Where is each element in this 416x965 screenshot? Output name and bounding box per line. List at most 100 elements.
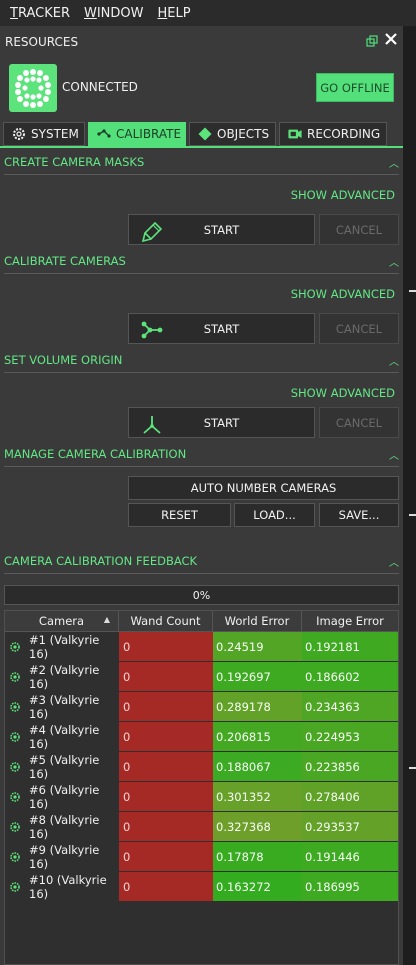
load-button[interactable]: LOAD... [234, 503, 315, 527]
scroll-marker [409, 514, 416, 516]
section-manage-camera-calibration[interactable]: MANAGE CAMERA CALIBRATION ︿ [4, 447, 399, 463]
tab-system[interactable]: SYSTEM [3, 122, 85, 146]
header-label: Camera [38, 614, 85, 628]
tab-label: OBJECTS [217, 127, 270, 141]
section-calibrate-cameras[interactable]: CALIBRATE CAMERAS ︿ [4, 254, 399, 270]
start-calibration-button[interactable]: START [128, 313, 315, 344]
section-create-camera-masks[interactable]: CREATE CAMERA MASKS ︿ [4, 155, 399, 171]
cancel-origin-button[interactable]: CANCEL [319, 407, 399, 438]
image-error-cell: 0.186995 [302, 872, 398, 901]
panel-header: RESOURCES [0, 30, 403, 54]
table-row[interactable]: #10 (Valkyrie 16) 0 0.163272 0.186995 [5, 872, 398, 902]
wand-count-cell: 0 [119, 842, 213, 871]
tracker-logo [9, 64, 57, 112]
cancel-masks-button[interactable]: CANCEL [319, 214, 399, 245]
wand-count-cell: 0 [119, 662, 213, 691]
collapse-chevron-icon[interactable]: ︿ [389, 353, 399, 368]
section-set-volume-origin[interactable]: SET VOLUME ORIGIN ︿ [4, 353, 399, 369]
table-row[interactable]: #1 (Valkyrie 16) 0 0.24519 0.192181 [5, 632, 398, 662]
world-error-cell: 0.206815 [213, 722, 302, 751]
wand-nodes-icon [141, 320, 163, 340]
world-error-cell: 0.17878 [213, 842, 302, 871]
menu-help[interactable]: HELP [158, 6, 191, 21]
tab-label: CALIBRATE [116, 127, 182, 141]
auto-number-cameras-button[interactable]: AUTO NUMBER CAMERAS [128, 476, 399, 500]
camera-node-icon [9, 671, 21, 683]
show-advanced-link[interactable]: SHOW ADVANCED [291, 287, 395, 301]
column-header-image-error[interactable]: Image Error [302, 611, 398, 631]
table-row[interactable]: #3 (Valkyrie 16) 0 0.289178 0.234363 [5, 692, 398, 722]
camera-name: #9 (Valkyrie 16) [29, 842, 100, 871]
tab-recording[interactable]: RECORDING [279, 122, 387, 146]
go-offline-button[interactable]: GO OFFLINE [316, 73, 394, 102]
camera-name: #2 (Valkyrie 16) [29, 662, 100, 691]
show-advanced-link[interactable]: SHOW ADVANCED [291, 188, 395, 202]
table-row[interactable]: #6 (Valkyrie 16) 0 0.301352 0.278406 [5, 782, 398, 812]
menu-tracker[interactable]: TRACKER [10, 6, 70, 21]
table-row[interactable]: #2 (Valkyrie 16) 0 0.192697 0.186602 [5, 662, 398, 692]
world-error-cell: 0.289178 [213, 692, 302, 721]
collapse-chevron-icon[interactable]: ︿ [389, 554, 399, 569]
scroll-marker [409, 290, 416, 292]
table-row[interactable]: #5 (Valkyrie 16) 0 0.188067 0.223856 [5, 752, 398, 782]
section-divider [4, 573, 399, 574]
column-header-camera[interactable]: Camera ▲ [5, 611, 119, 631]
world-error-cell: 0.163272 [213, 872, 302, 901]
collapse-chevron-icon[interactable]: ︿ [389, 447, 399, 462]
camera-feedback-table: Camera ▲ Wand Count World Error Image Er… [4, 610, 399, 965]
tab-bar: SYSTEM CALIBRATE OBJECTS RECORDING [0, 122, 403, 148]
camera-name: #4 (Valkyrie 16) [29, 722, 100, 751]
image-error-cell: 0.186602 [302, 662, 398, 691]
menu-bar: TRACKER WINDOW HELP [0, 0, 416, 26]
collapse-chevron-icon[interactable]: ︿ [389, 254, 399, 269]
camera-node-icon [9, 851, 21, 863]
start-origin-button[interactable]: START [128, 407, 315, 438]
start-masks-button[interactable]: START [128, 214, 315, 245]
resources-panel: RESOURCES CONNECTED GO OFFLINE SYSTEM CA… [0, 30, 403, 965]
menu-window[interactable]: WINDOW [84, 6, 144, 21]
camera-name: #5 (Valkyrie 16) [29, 752, 100, 781]
section-title: MANAGE CAMERA CALIBRATION [4, 447, 187, 461]
section-divider [4, 466, 399, 467]
section-title: CAMERA CALIBRATION FEEDBACK [4, 554, 198, 568]
table-row[interactable]: #4 (Valkyrie 16) 0 0.206815 0.224953 [5, 722, 398, 752]
close-icon[interactable] [384, 32, 398, 49]
connection-status: CONNECTED [62, 80, 138, 94]
tab-objects[interactable]: OBJECTS [189, 122, 276, 146]
wand-count-cell: 0 [119, 782, 213, 811]
camera-cell: #8 (Valkyrie 16) [5, 812, 119, 841]
save-button[interactable]: SAVE... [319, 503, 399, 527]
camera-cell: #9 (Valkyrie 16) [5, 842, 119, 871]
diamond-icon [198, 127, 212, 141]
table-row[interactable]: #9 (Valkyrie 16) 0 0.17878 0.191446 [5, 842, 398, 872]
table-row[interactable]: #8 (Valkyrie 16) 0 0.327368 0.293537 [5, 812, 398, 842]
cancel-calibration-button[interactable]: CANCEL [319, 313, 399, 344]
world-error-cell: 0.192697 [213, 662, 302, 691]
reset-button[interactable]: RESET [128, 503, 231, 527]
camera-name: #1 (Valkyrie 16) [29, 632, 100, 661]
column-header-wand-count[interactable]: Wand Count [119, 611, 213, 631]
tab-label: SYSTEM [31, 127, 79, 141]
camera-cell: #6 (Valkyrie 16) [5, 782, 119, 811]
column-header-world-error[interactable]: World Error [213, 611, 302, 631]
wand-count-cell: 0 [119, 812, 213, 841]
panel-title: RESOURCES [5, 35, 79, 49]
axes-icon [141, 414, 163, 434]
tab-calibrate[interactable]: CALIBRATE [88, 122, 186, 146]
camera-cell: #3 (Valkyrie 16) [5, 692, 119, 721]
collapse-chevron-icon[interactable]: ︿ [389, 155, 399, 170]
image-error-cell: 0.293537 [302, 812, 398, 841]
world-error-cell: 0.188067 [213, 752, 302, 781]
camera-node-icon [9, 701, 21, 713]
image-error-cell: 0.224953 [302, 722, 398, 751]
section-calibration-feedback[interactable]: CAMERA CALIBRATION FEEDBACK ︿ [4, 554, 399, 570]
tab-label: RECORDING [307, 127, 381, 141]
background-window-edge [403, 26, 416, 965]
section-title: CALIBRATE CAMERAS [4, 254, 126, 268]
image-error-cell: 0.278406 [302, 782, 398, 811]
wand-count-cell: 0 [119, 692, 213, 721]
image-error-cell: 0.192181 [302, 632, 398, 661]
float-window-icon[interactable] [366, 35, 378, 47]
show-advanced-link[interactable]: SHOW ADVANCED [291, 386, 395, 400]
wand-count-cell: 0 [119, 632, 213, 661]
